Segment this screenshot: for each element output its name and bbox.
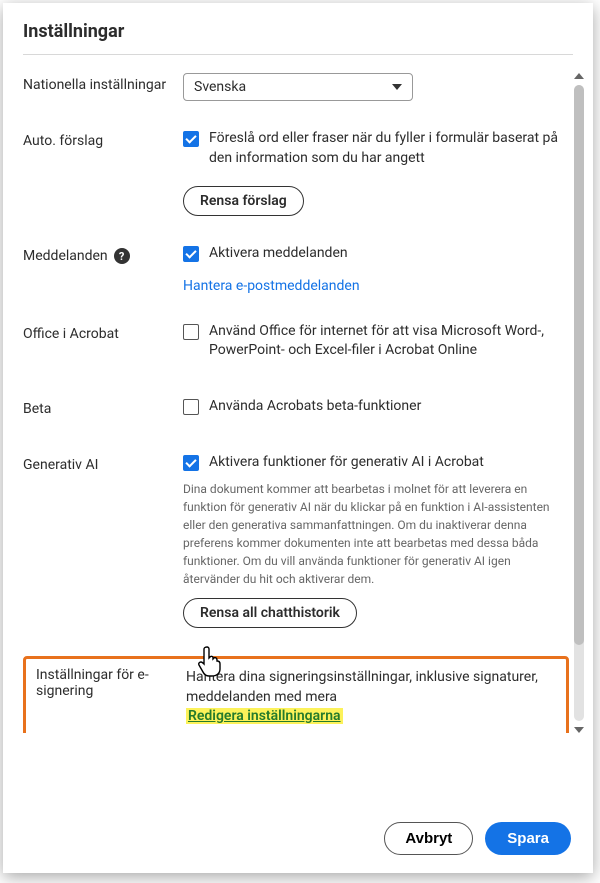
label-esign: Inställningar för e-signering (36, 667, 186, 699)
row-messages: Meddelanden ? Aktivera meddelanden Hante… (23, 244, 569, 294)
help-icon[interactable]: ? (114, 248, 130, 264)
locale-select[interactable]: Svenska (183, 73, 413, 101)
scroll-up-arrow-icon[interactable] (574, 73, 584, 79)
scroll-thumb[interactable] (574, 85, 584, 645)
genai-text: Aktivera funktioner för generativ AI i A… (209, 453, 484, 473)
scrollbar[interactable] (571, 73, 587, 733)
genai-help: Dina dokument kommer att bearbetas i mol… (183, 480, 569, 588)
dialog-body: Nationella inställningar Svenska Auto. f… (3, 63, 593, 804)
scroll-area[interactable]: Nationella inställningar Svenska Auto. f… (23, 73, 593, 733)
office-checkbox[interactable] (183, 324, 199, 340)
save-button[interactable]: Spara (485, 822, 571, 855)
label-locale: Nationella inställningar (23, 73, 183, 93)
clear-chat-history-button[interactable]: Rensa all chatthistorik (183, 598, 357, 628)
locale-value: Svenska (194, 79, 246, 95)
autosuggest-checkbox[interactable] (183, 131, 199, 147)
label-genai: Generativ AI (23, 453, 183, 473)
row-genai: Generativ AI Aktivera funktioner för gen… (23, 453, 569, 629)
office-text: Använd Office för internet för att visa … (209, 322, 569, 361)
chevron-down-icon (392, 84, 402, 90)
scroll-down-arrow-icon[interactable] (574, 727, 584, 733)
esign-highlight-box: Inställningar för e-signering Hantera di… (23, 656, 569, 733)
autosuggest-text: Föreslå ord eller fraser när du fyller i… (209, 129, 569, 168)
messages-checkbox[interactable] (183, 246, 199, 262)
genai-checkbox[interactable] (183, 455, 199, 471)
header-divider (23, 54, 573, 55)
dialog-header: Inställningar (3, 3, 593, 54)
edit-esign-settings-link[interactable]: Redigera inställningarna (186, 708, 343, 724)
label-messages-text: Meddelanden (23, 248, 108, 264)
messages-text: Aktivera meddelanden (209, 244, 348, 264)
row-office: Office i Acrobat Använd Office för inter… (23, 322, 569, 369)
row-beta: Beta Använda Acrobats beta-funktioner (23, 397, 569, 425)
dialog-title: Inställningar (23, 21, 573, 42)
label-office: Office i Acrobat (23, 322, 183, 342)
dialog-footer: Avbryt Spara (3, 804, 593, 873)
label-beta: Beta (23, 397, 183, 417)
label-messages: Meddelanden ? (23, 244, 183, 264)
esign-desc: Hantera dina signeringsinställningar, in… (186, 667, 556, 708)
beta-checkbox[interactable] (183, 399, 199, 415)
label-autosuggest: Auto. förslag (23, 129, 183, 149)
cancel-button[interactable]: Avbryt (384, 822, 473, 855)
row-locale: Nationella inställningar Svenska (23, 73, 569, 101)
clear-suggestions-button[interactable]: Rensa förslag (183, 186, 304, 216)
beta-text: Använda Acrobats beta-funktioner (209, 397, 421, 417)
row-autosuggest: Auto. förslag Föreslå ord eller fraser n… (23, 129, 569, 216)
scroll-track[interactable] (574, 85, 584, 721)
manage-emails-link[interactable]: Hantera e-postmeddelanden (183, 278, 360, 294)
settings-dialog: Inställningar Nationella inställningar S… (3, 3, 593, 873)
